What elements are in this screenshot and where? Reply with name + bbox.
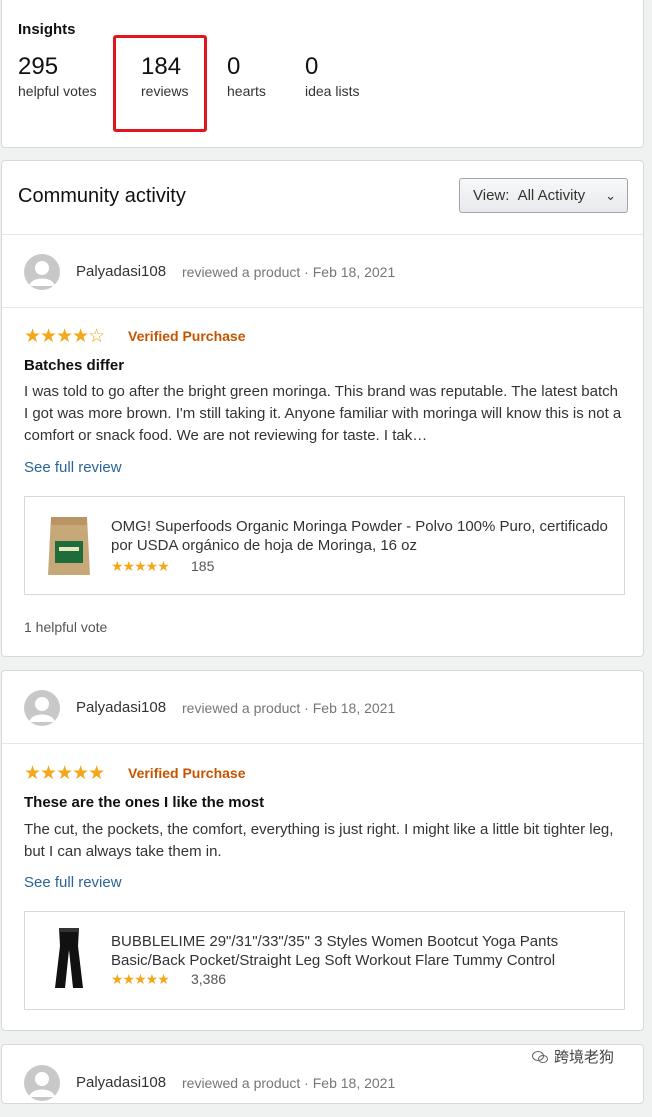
product-image[interactable] (45, 926, 93, 994)
avatar[interactable] (24, 254, 60, 290)
insights-title: Insights (18, 21, 76, 38)
stat-idea-lists: 0 idea lists (305, 53, 359, 99)
review-meta: reviewed a product · Feb 18, 2021 (182, 1075, 396, 1091)
avatar[interactable] (24, 690, 60, 726)
review-header: Palyadasi108 reviewed a product · Feb 18… (2, 671, 643, 744)
review-card: Palyadasi108 reviewed a product · Feb 18… (1, 670, 644, 1031)
stat-label: hearts (227, 83, 266, 99)
see-full-review-link[interactable]: See full review (24, 459, 122, 476)
review-rating-stars: ★★★★★ (24, 763, 105, 784)
product-card[interactable]: BUBBLELIME 29"/31"/33"/35" 3 Styles Wome… (24, 911, 625, 1010)
verified-purchase-badge: Verified Purchase (128, 765, 246, 781)
stat-label: idea lists (305, 83, 360, 99)
watermark-text: 跨境老狗 (554, 1049, 615, 1066)
watermark: 跨境老狗 (532, 1046, 614, 1067)
product-rating-stars: ★★★★★ (111, 971, 170, 987)
review-body: The cut, the pockets, the comfort, every… (24, 821, 614, 860)
insights-card: Insights 295 helpful votes 184 reviews 0… (1, 0, 644, 148)
product-rating-stars: ★★★★★ (111, 558, 170, 574)
product-rating-count[interactable]: 3,386 (191, 971, 226, 987)
product-card[interactable]: OMG! Superfoods Organic Moringa Powder -… (24, 496, 625, 595)
review-header: Palyadasi108 reviewed a product · Feb 18… (2, 235, 643, 308)
view-label: View: (473, 187, 510, 204)
product-image[interactable] (45, 511, 93, 579)
stat-value: 0 (305, 53, 319, 80)
product-title[interactable]: OMG! Superfoods Organic Moringa Powder -… (111, 517, 621, 555)
community-title: Community activity (18, 185, 186, 207)
stat-helpful-votes: 295 helpful votes (18, 53, 97, 99)
chevron-down-icon: ⌄ (605, 188, 616, 203)
username-link[interactable]: Palyadasi108 (76, 263, 166, 280)
review-body: I was told to go after the bright green … (24, 383, 622, 444)
view-value: All Activity (517, 187, 586, 204)
stat-value: 295 (18, 53, 59, 80)
verified-purchase-badge: Verified Purchase (128, 328, 246, 344)
highlight-box (113, 35, 207, 132)
wechat-icon (532, 1051, 548, 1063)
stat-value: 0 (227, 53, 241, 80)
product-title[interactable]: BUBBLELIME 29"/31"/33"/35" 3 Styles Wome… (111, 932, 621, 970)
review-title: Batches differ (24, 357, 125, 374)
see-full-review-link[interactable]: See full review (24, 874, 122, 891)
avatar[interactable] (24, 1065, 60, 1101)
review-title: These are the ones I like the most (24, 794, 265, 811)
product-rating-count[interactable]: 185 (191, 558, 214, 574)
helpful-vote-count: 1 helpful vote (24, 619, 108, 635)
review-meta: reviewed a product · Feb 18, 2021 (182, 264, 396, 280)
stat-label: helpful votes (18, 83, 97, 99)
view-filter-dropdown[interactable]: View: All Activity ⌄ (459, 178, 628, 213)
stat-hearts: 0 hearts (227, 53, 266, 99)
community-activity-card: Community activity View: All Activity ⌄ … (1, 160, 644, 657)
username-link[interactable]: Palyadasi108 (76, 699, 166, 716)
username-link[interactable]: Palyadasi108 (76, 1074, 166, 1091)
community-header: Community activity View: All Activity ⌄ (2, 161, 643, 235)
review-rating-stars: ★★★★☆ (24, 326, 105, 347)
review-meta: reviewed a product · Feb 18, 2021 (182, 700, 396, 716)
